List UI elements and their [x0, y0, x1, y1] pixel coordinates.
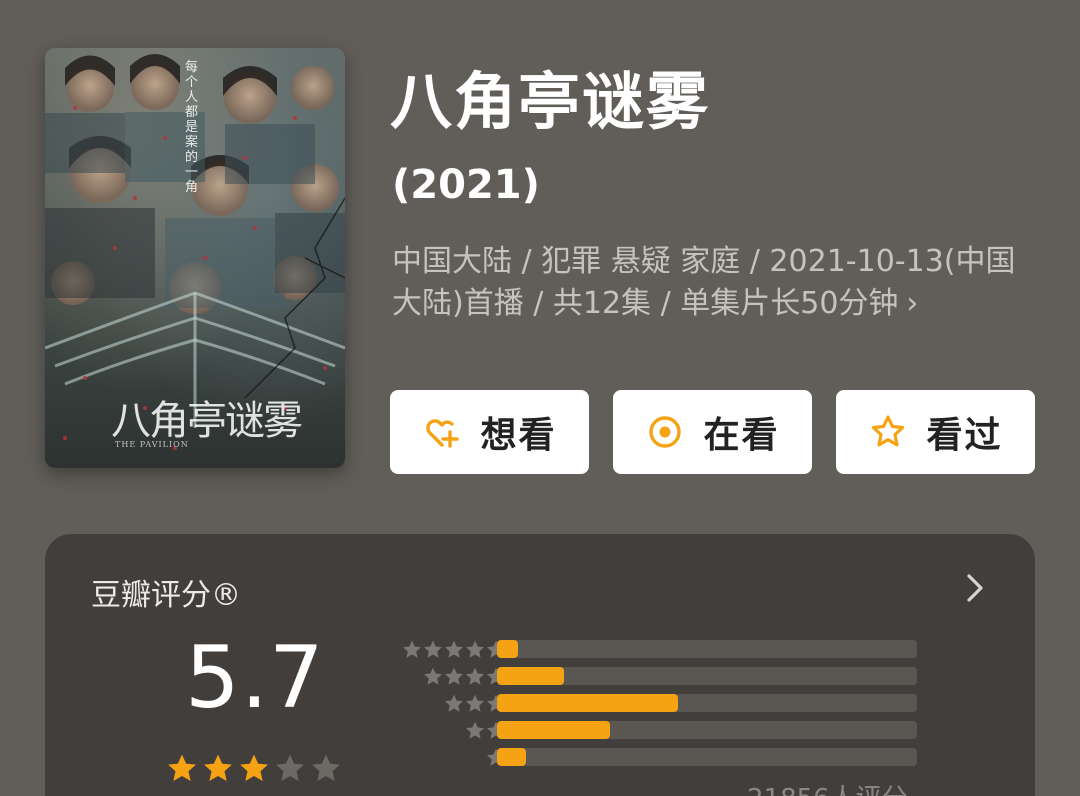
- star-small-icon: [424, 640, 442, 658]
- circle-dot-icon: [645, 412, 685, 452]
- rating-bar-fill: [497, 694, 678, 712]
- want-to-watch-label: 想看: [480, 415, 557, 456]
- rating-bar-track: [497, 667, 917, 685]
- rating-row-stars: [402, 639, 507, 661]
- rating-bar-fill: [497, 721, 611, 739]
- star-filled-icon: [240, 754, 268, 782]
- rating-bar-fill: [497, 667, 565, 685]
- rating-row-4-star: [375, 663, 975, 690]
- star-filled-icon: [204, 754, 232, 782]
- meta-info-text: 中国大陆 / 犯罪 悬疑 家庭 / 2021-10-13(中国大陆)首播 / 共…: [392, 244, 1016, 321]
- rating-bar-track: [497, 721, 917, 739]
- rating-bar-track: [497, 694, 917, 712]
- chevron-right-icon[interactable]: [963, 572, 987, 604]
- poster-tagline: 每个人都是案的一角: [185, 60, 199, 195]
- rating-row-stars: [423, 666, 507, 688]
- star-small-icon: [445, 667, 463, 685]
- movie-detail-page: 每个人都是案的一角 八角亭谜雾 THE PAVILION 八角亭谜雾 (2021…: [0, 0, 1080, 796]
- watching-label: 在看: [703, 415, 780, 456]
- rating-row-5-star: [375, 636, 975, 663]
- watched-label: 看过: [926, 415, 1003, 456]
- rating-row-3-star: [375, 690, 975, 717]
- rating-title: 豆瓣评分®: [91, 578, 241, 613]
- poster-title-art: 八角亭谜雾: [111, 398, 303, 444]
- want-to-watch-button[interactable]: 想看: [390, 390, 589, 474]
- star-empty-icon: [276, 754, 304, 782]
- watched-button[interactable]: 看过: [836, 390, 1035, 474]
- rating-row-1-star: [375, 744, 975, 771]
- star-filled-icon: [168, 754, 196, 782]
- rating-bar-track: [497, 640, 917, 658]
- star-small-icon: [424, 667, 442, 685]
- poster-subtitle-en: THE PAVILION: [115, 440, 189, 449]
- page-title: 八角亭谜雾: [390, 65, 711, 138]
- rating-bar-fill: [497, 748, 527, 766]
- rating-score: 5.7: [185, 628, 325, 728]
- rating-bar-track: [497, 748, 917, 766]
- star-small-icon: [466, 694, 484, 712]
- rating-count: 21856人评分: [747, 778, 908, 796]
- poster-image[interactable]: 每个人都是案的一角 八角亭谜雾 THE PAVILION: [45, 48, 345, 468]
- rating-row-2-star: [375, 717, 975, 744]
- star-small-icon: [466, 640, 484, 658]
- star-small-icon: [445, 694, 463, 712]
- star-small-icon: [466, 721, 484, 739]
- watching-button[interactable]: 在看: [613, 390, 812, 474]
- rating-card[interactable]: 豆瓣评分® 5.7 21856人评分: [45, 534, 1035, 796]
- rating-bar-fill: [497, 640, 518, 658]
- action-buttons: 想看 在看 看过: [390, 390, 1035, 474]
- star-small-icon: [403, 640, 421, 658]
- chevron-right-icon: ›: [906, 286, 919, 321]
- release-year: (2021): [392, 162, 540, 208]
- meta-info[interactable]: 中国大陆 / 犯罪 悬疑 家庭 / 2021-10-13(中国大陆)首播 / 共…: [392, 241, 1040, 325]
- star-outline-icon: [868, 412, 908, 452]
- heart-plus-icon: [422, 412, 462, 452]
- star-small-icon: [445, 640, 463, 658]
- rating-distribution: [375, 636, 975, 771]
- score-stars: [165, 752, 345, 786]
- star-empty-icon: [312, 754, 340, 782]
- star-small-icon: [466, 667, 484, 685]
